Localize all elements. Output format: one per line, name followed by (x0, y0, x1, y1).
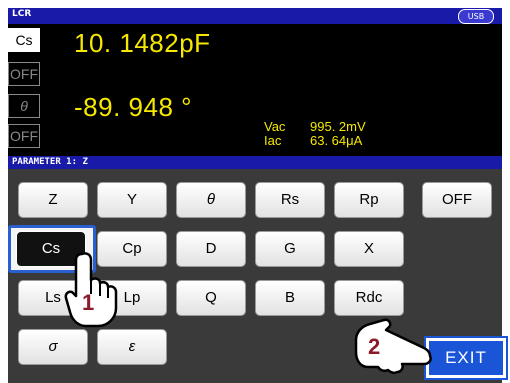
measurement-display: Cs 10. 1482pF OFF θ -89. 948 ° OFF Vac 9… (8, 24, 502, 156)
vac-value: 995. 2mV (310, 119, 366, 134)
title-bar: LCR USB (8, 8, 502, 24)
param3-value: -89. 948 ° (74, 92, 193, 122)
step-1-number: 1 (82, 290, 94, 315)
param4-box[interactable]: OFF (8, 124, 40, 148)
param-d-button[interactable]: D (176, 231, 246, 267)
param-rs-button[interactable]: Rs (255, 182, 325, 218)
lcr-screen: LCR USB Cs 10. 1482pF OFF θ -89. 948 ° O… (0, 0, 510, 383)
param-g-button[interactable]: G (255, 231, 325, 267)
param1-value: 10. 1482pF (74, 28, 211, 58)
exit-button[interactable]: EXIT (426, 338, 506, 378)
param-x-button[interactable]: X (334, 231, 404, 267)
param-epsilon-button[interactable]: ε (97, 329, 167, 365)
param3-box[interactable]: θ (8, 94, 40, 118)
parameter-title: PARAMETER 1: Z (8, 156, 502, 169)
pointing-hand-icon-2: 2 (354, 318, 432, 375)
param-theta-button[interactable]: θ (176, 182, 246, 218)
iac-value: 63. 64μA (310, 133, 363, 148)
param-q-button[interactable]: Q (176, 280, 246, 316)
iac-label: Iac (264, 133, 282, 148)
vac-label: Vac (264, 119, 286, 134)
mode-label: LCR (12, 9, 32, 19)
param-rp-button[interactable]: Rp (334, 182, 404, 218)
param-off-button[interactable]: OFF (422, 182, 492, 218)
param-y-button[interactable]: Y (97, 182, 167, 218)
usb-indicator: USB (458, 9, 494, 24)
param-b-button[interactable]: B (255, 280, 325, 316)
param-rdc-button[interactable]: Rdc (334, 280, 404, 316)
param-sigma-button[interactable]: σ (18, 329, 88, 365)
pointing-hand-icon: 1 (64, 252, 118, 328)
step-2-number: 2 (368, 334, 380, 359)
param-z-button[interactable]: Z (18, 182, 88, 218)
param1-box[interactable]: Cs (8, 28, 40, 52)
param2-box[interactable]: OFF (8, 62, 40, 86)
